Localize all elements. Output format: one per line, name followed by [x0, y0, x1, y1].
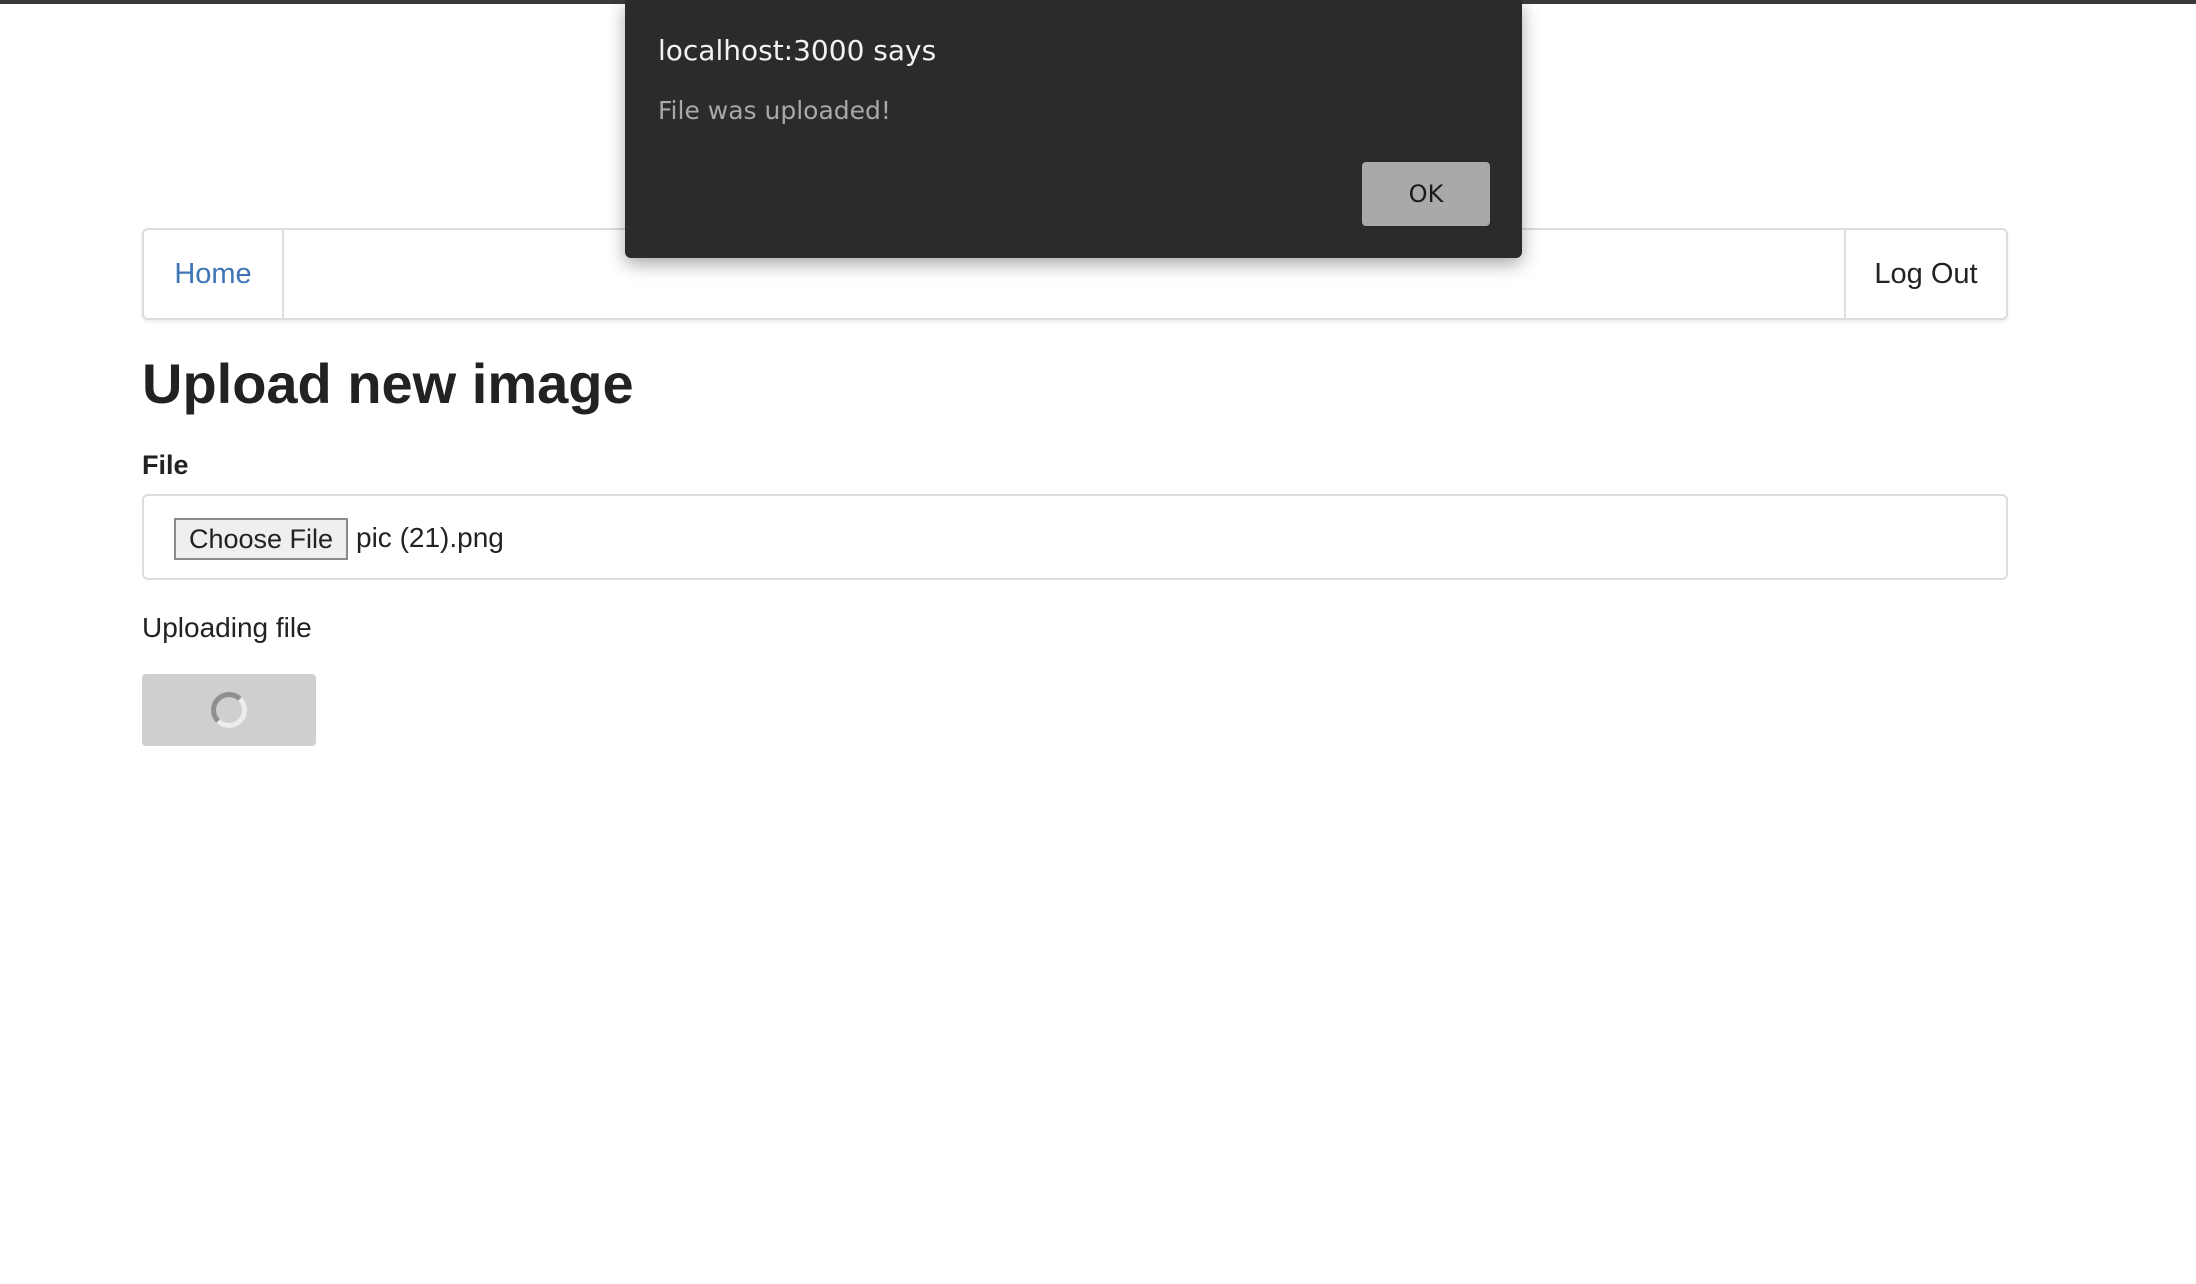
dialog-ok-button[interactable]: OK — [1362, 162, 1490, 226]
upload-status-text: Uploading file — [142, 612, 312, 643]
nav-home-link[interactable]: Home — [144, 230, 284, 318]
logout-link[interactable]: Log Out — [1844, 230, 2006, 318]
file-field-label: File — [142, 450, 189, 480]
upload-button-loading[interactable] — [142, 674, 316, 746]
selected-file-name: pic (21).png — [356, 522, 504, 553]
choose-file-button[interactable]: Choose File — [174, 518, 348, 560]
dialog-message: File was uploaded! — [658, 96, 891, 125]
dialog-title: localhost:3000 says — [658, 34, 937, 67]
spinner-icon — [211, 692, 247, 728]
alert-dialog: localhost:3000 says File was uploaded! O… — [625, 0, 1522, 258]
page-title: Upload new image — [142, 352, 634, 415]
file-input[interactable]: Choose File pic (21).png — [142, 494, 2008, 580]
